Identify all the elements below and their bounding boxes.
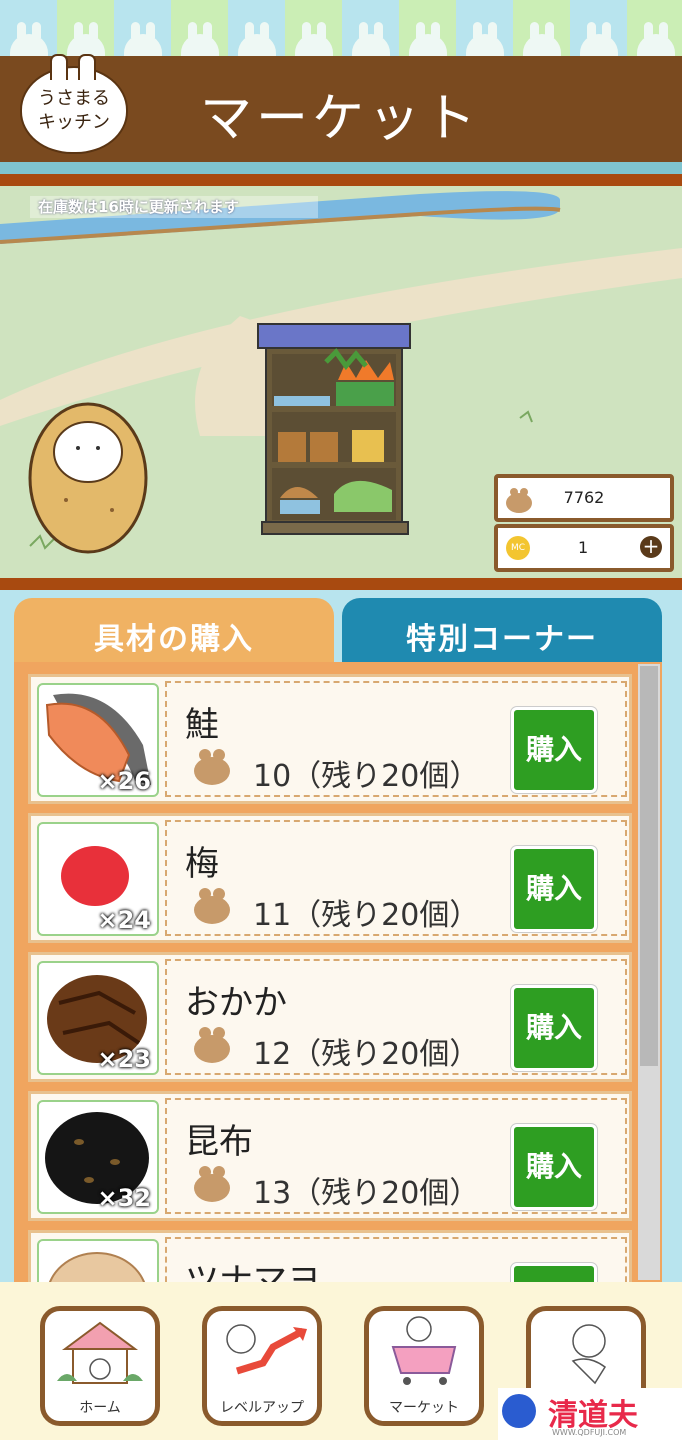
logo-text-line1: うさまる: [38, 88, 110, 109]
buy-button[interactable]: 購入: [511, 985, 597, 1071]
item-price-stock: 10（残り20個）: [253, 759, 480, 794]
item-details: おかか 12（残り20個） 購入: [165, 959, 627, 1075]
item-name: 鮭: [185, 705, 219, 745]
nav-market-label: マーケット: [389, 1400, 459, 1416]
watermark-logo-icon: [502, 1394, 536, 1428]
item-name: 梅: [185, 844, 219, 884]
nav-home-label: ホーム: [79, 1400, 121, 1416]
coin-balance-value: 7762: [563, 488, 605, 507]
watermark-subtext: WWW.QDFUJI.COM: [552, 1428, 627, 1437]
mc-balance-value: 1: [578, 538, 589, 557]
item-details: 梅 11（残り20個） 購入: [165, 820, 627, 936]
tab-special-corner[interactable]: 特別コーナー: [342, 598, 662, 664]
shopping-cart-icon: [391, 1316, 457, 1385]
list-scrollbar-thumb[interactable]: [640, 666, 658, 1066]
nav-levelup-label: レベルアップ: [220, 1400, 304, 1416]
buy-button[interactable]: 購入: [511, 846, 597, 932]
logo-text-line2: キッチン: [38, 112, 110, 133]
list-item: ×32 昆布 13（残り20個） 購入: [28, 1091, 632, 1221]
tab-special-corner-label: 特別コーナー: [406, 622, 598, 657]
page-title: マーケット: [199, 89, 480, 149]
item-price-stock: 12（残り20個）: [253, 1037, 480, 1072]
watermark: 清道夫 WWW.QDFUJI.COM: [498, 1388, 682, 1440]
item-thumbnail: ×32: [37, 1100, 159, 1214]
tab-ingredient-purchase-label: 具材の購入: [94, 622, 254, 657]
potato-character-illustration: [28, 402, 148, 554]
owned-count: ×32: [97, 1184, 151, 1212]
coin-balance-box: 7762: [494, 474, 674, 522]
item-name: おかか: [185, 983, 287, 1023]
tab-ingredient-purchase[interactable]: 具材の購入: [14, 598, 334, 664]
scene-border-bottom: [0, 578, 682, 590]
stock-update-notice: 在庫数は16時に更新されます: [30, 196, 318, 218]
item-name: ツナマヨ: [185, 1261, 321, 1285]
header-bar: うさまる キッチン マーケット: [0, 54, 682, 162]
purse-icon: [194, 749, 230, 785]
header-divider: [0, 162, 682, 174]
item-thumbnail: ×26: [37, 683, 159, 797]
level-up-icon: [226, 1324, 307, 1375]
list-item: ×24 梅 11（残り20個） 購入: [28, 813, 632, 943]
owned-count: ×23: [97, 1045, 151, 1073]
top-pattern: [0, 0, 682, 56]
tuna-mayo-icon: [47, 1252, 147, 1285]
nav-market-button[interactable]: マーケット: [364, 1306, 484, 1426]
app-logo[interactable]: うさまる キッチン: [20, 54, 128, 154]
item-details: 昆布 13（残り20個） 購入: [165, 1098, 627, 1214]
nav-levelup-button[interactable]: レベルアップ: [202, 1306, 322, 1426]
scene-border-top: [0, 174, 682, 186]
buy-button[interactable]: 購入: [511, 1124, 597, 1210]
mc-balance-box: MC 1 +: [494, 524, 674, 572]
nav-home-button[interactable]: ホーム: [40, 1306, 160, 1426]
list-item: ×26 鮭 10（残り20個） 購入: [28, 674, 632, 804]
item-name: 昆布: [185, 1122, 253, 1162]
owned-count: ×24: [97, 906, 151, 934]
purse-icon: [194, 1166, 230, 1202]
purse-icon: [194, 1027, 230, 1063]
mc-coin-icon: MC: [506, 536, 530, 560]
rabbit-character-icon: [571, 1324, 607, 1385]
list-item: ツナマヨ 購入: [28, 1230, 632, 1285]
owned-count: ×26: [97, 767, 151, 795]
purse-icon: [194, 888, 230, 924]
item-price-stock: 11（残り20個）: [253, 898, 480, 933]
market-stall-illustration: [257, 323, 411, 535]
item-details: ツナマヨ 購入: [165, 1237, 627, 1285]
list-item: ×23 おかか 12（残り20個） 購入: [28, 952, 632, 1082]
item-price-stock: 13（残り20個）: [253, 1176, 480, 1211]
buy-button[interactable]: 購入: [511, 707, 597, 793]
item-details: 鮭 10（残り20個） 購入: [165, 681, 627, 797]
item-thumbnail: ×23: [37, 961, 159, 1075]
item-thumbnail: ×24: [37, 822, 159, 936]
add-mc-button[interactable]: +: [640, 536, 662, 558]
item-thumbnail: [37, 1239, 159, 1285]
home-icon: [57, 1321, 143, 1384]
